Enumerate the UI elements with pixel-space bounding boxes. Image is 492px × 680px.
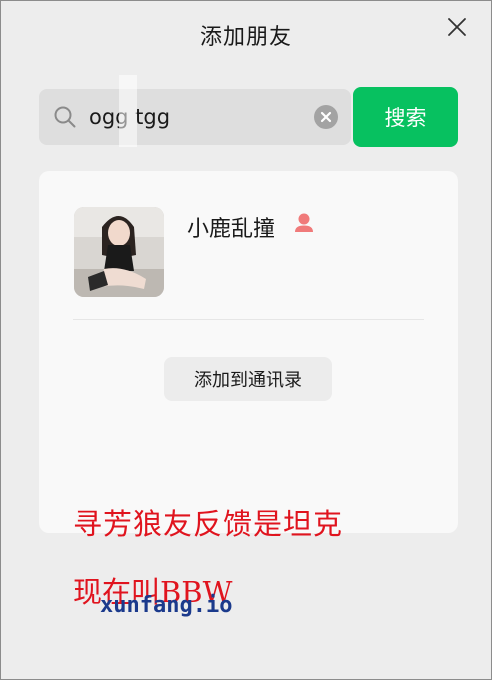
female-user-icon <box>295 213 313 232</box>
close-button[interactable] <box>445 15 469 39</box>
clear-circle-icon[interactable] <box>314 105 338 129</box>
close-icon <box>448 18 466 36</box>
text-selection-highlight <box>119 75 137 147</box>
search-box[interactable] <box>39 75 351 147</box>
search-icon <box>54 106 76 128</box>
watermark-text-line1: 寻芳狼友反馈是坦克 <box>73 507 344 541</box>
search-button[interactable]: 搜索 <box>353 87 458 147</box>
divider <box>73 319 424 320</box>
add-to-contacts-button[interactable]: 添加到通讯录 <box>164 357 332 401</box>
window-title: 添加朋友 <box>199 25 292 50</box>
avatar-image <box>74 207 164 297</box>
watermark-site: xunfang.io <box>100 593 233 618</box>
add-friend-window: 添加朋友 搜索 <box>0 0 492 680</box>
search-result-card: 小鹿乱撞 添加到通讯录 <box>39 171 458 533</box>
avatar[interactable] <box>74 207 164 297</box>
user-name: 小鹿乱撞 <box>187 217 276 242</box>
